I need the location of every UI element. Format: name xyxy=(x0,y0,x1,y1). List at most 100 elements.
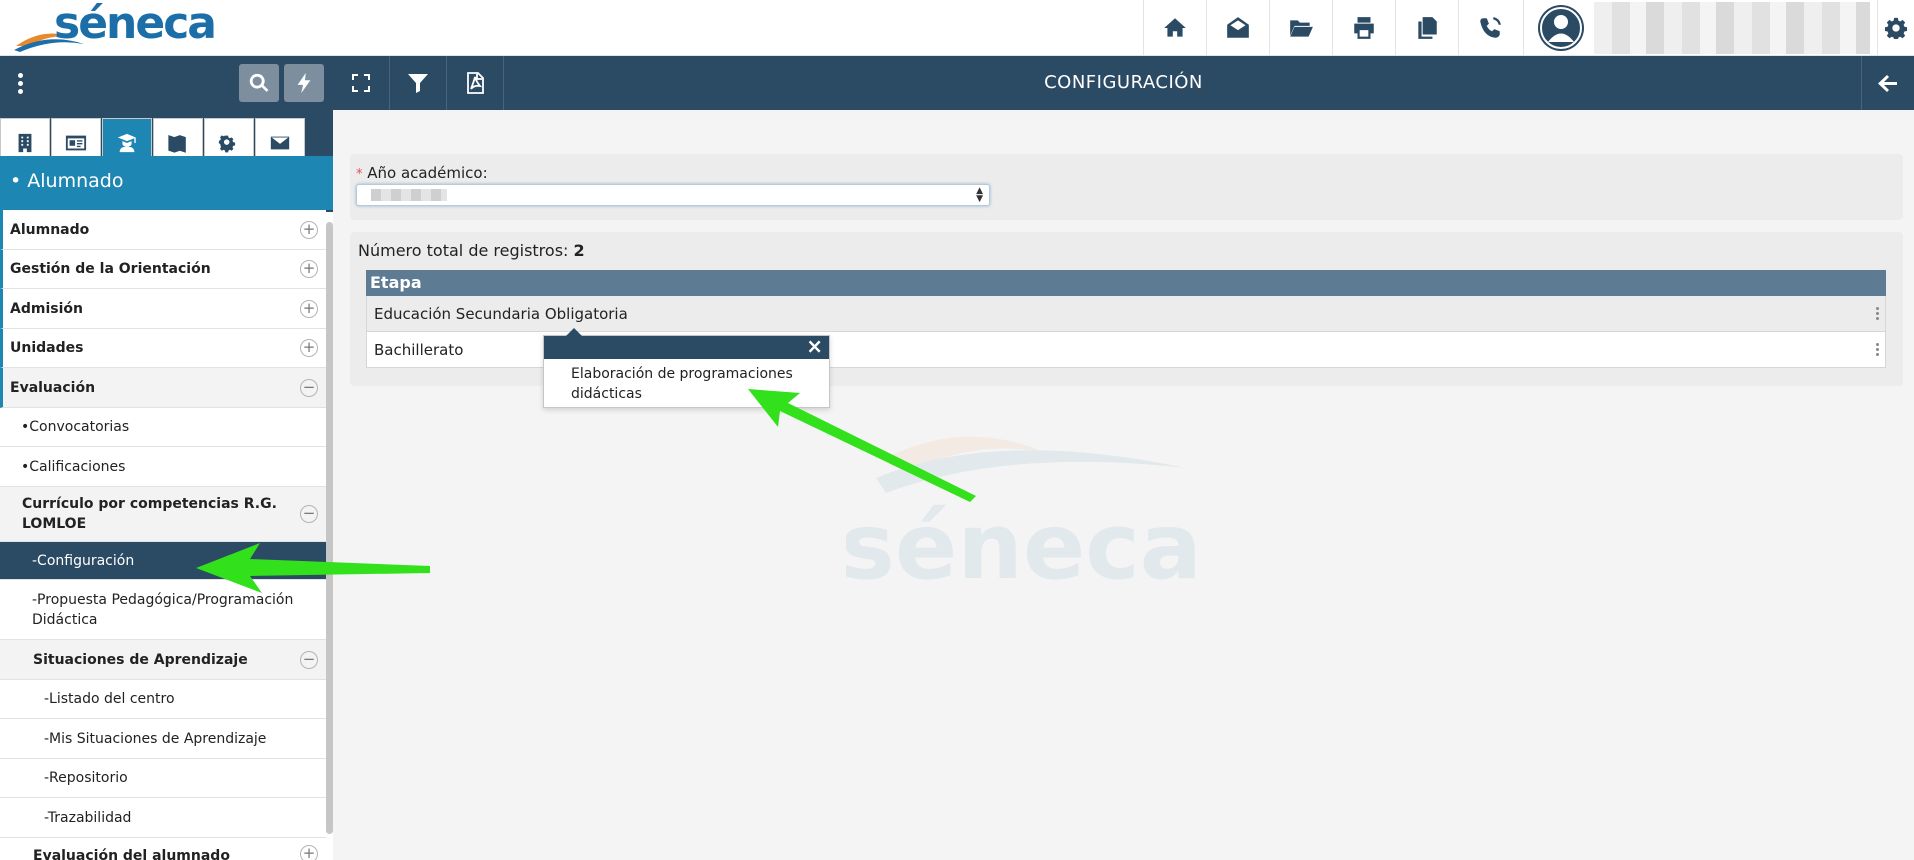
sidebar-item-curriculo-lomloe[interactable]: Currículo por competencias R.G. LOMLOE − xyxy=(0,487,326,542)
print-icon[interactable] xyxy=(1332,0,1395,56)
sidebar-item-trazabilidad[interactable]: -Trazabilidad xyxy=(0,798,326,838)
top-bar: séneca xyxy=(0,0,1914,56)
cogs-icon xyxy=(218,134,236,152)
sidebar-item-admision[interactable]: Admisión + xyxy=(0,289,326,329)
building-icon xyxy=(18,133,32,152)
sidebar-item-repositorio[interactable]: -Repositorio xyxy=(0,759,326,798)
fullscreen-button[interactable] xyxy=(333,56,390,110)
top-icon-bar xyxy=(1143,0,1521,56)
popover-header: × xyxy=(544,328,829,359)
row-actions-popover: × Elaboración de programaciones didáctic… xyxy=(543,328,830,409)
row-menu-icon[interactable] xyxy=(1876,343,1879,358)
sidebar-item-evaluacion[interactable]: Evaluación − xyxy=(0,368,326,408)
sidebar-item-label: -Trazabilidad xyxy=(44,809,132,826)
record-count-value: 2 xyxy=(573,241,585,260)
sidebar-menu: Alumnado + Gestión de la Orientación + A… xyxy=(0,210,326,860)
phone-icon[interactable] xyxy=(1458,0,1521,56)
collapse-icon[interactable]: − xyxy=(300,650,318,669)
sidebar-item-unidades[interactable]: Unidades + xyxy=(0,329,326,368)
record-count: Número total de registros: 2 xyxy=(358,241,585,260)
table-row[interactable]: Educación Secundaria Obligatoria xyxy=(366,296,1886,332)
content-toolbar: CONFIGURACIÓN xyxy=(333,56,1914,110)
collapse-icon[interactable]: − xyxy=(300,505,318,523)
popover-option-elaboracion[interactable]: Elaboración de programaciones didácticas xyxy=(544,359,829,409)
envelope-icon xyxy=(270,136,290,149)
sidebar-item-mis-situaciones[interactable]: -Mis Situaciones de Aprendizaje xyxy=(0,719,326,759)
settings-gear-button[interactable] xyxy=(1877,0,1914,56)
svg-text:séneca: séneca xyxy=(846,493,1196,588)
sidebar-item-label: Alumnado xyxy=(10,221,90,238)
pdf-button[interactable] xyxy=(447,56,504,110)
close-icon[interactable]: × xyxy=(806,335,823,357)
collapse-icon[interactable]: − xyxy=(300,378,318,397)
expand-icon[interactable]: + xyxy=(300,260,318,278)
search-button[interactable] xyxy=(239,64,279,102)
popover-caret xyxy=(566,328,582,336)
sidebar-item-label: -Listado del centro xyxy=(44,691,175,707)
sidebar-item-alumnado[interactable]: Alumnado + xyxy=(0,210,326,250)
sidebar-item-label: -Repositorio xyxy=(44,770,128,786)
sidebar-item-label: Evaluación del alumnado xyxy=(33,848,230,860)
expand-icon[interactable]: + xyxy=(300,339,318,357)
page-title: CONFIGURACIÓN xyxy=(1044,72,1203,93)
copy-icon[interactable] xyxy=(1395,0,1458,56)
year-field-label: * Año académico: xyxy=(356,164,488,182)
row-menu-icon[interactable] xyxy=(1876,307,1879,322)
sidebar-item-convocatorias[interactable]: •Convocatorias xyxy=(0,408,326,447)
gear-icon xyxy=(1885,17,1907,39)
students-icon xyxy=(117,133,136,152)
sidebar-item-evaluacion-alumnado[interactable]: Evaluación del alumnado + xyxy=(0,838,326,860)
folder-open-icon[interactable] xyxy=(1269,0,1332,56)
home-icon[interactable] xyxy=(1143,0,1206,56)
select-arrows-icon: ▲ ▼ xyxy=(976,186,983,204)
required-mark: * xyxy=(356,167,363,182)
sidebar-item-label: •Convocatorias xyxy=(21,419,130,435)
seneca-logo[interactable]: séneca xyxy=(14,0,217,52)
sidebar-item-propuesta-pedagogica[interactable]: -Propuesta Pedagógica/Programación Didác… xyxy=(0,580,326,640)
expand-icon[interactable]: + xyxy=(300,299,318,318)
sidebar-item-label: -Propuesta Pedagógica/Programación Didác… xyxy=(32,591,294,628)
sidebar-item-label: Currículo por competencias R.G. LOMLOE xyxy=(22,496,277,532)
user-name-redacted xyxy=(1594,2,1870,54)
sidebar-item-label: -Configuración xyxy=(32,552,135,569)
user-menu[interactable] xyxy=(1523,0,1877,56)
sidebar-heading: • Alumnado xyxy=(0,156,333,210)
column-header-etapa[interactable]: Etapa xyxy=(366,270,1886,296)
expand-icon[interactable]: + xyxy=(300,220,318,239)
academic-year-select[interactable]: ▲ ▼ xyxy=(356,184,990,206)
kebab-menu-icon[interactable] xyxy=(10,70,30,98)
sidebar-item-label: Situaciones de Aprendizaje xyxy=(33,651,248,668)
quick-access-button[interactable] xyxy=(284,64,324,102)
map-icon xyxy=(168,134,186,153)
expand-icon[interactable]: + xyxy=(300,845,318,860)
expand-icon xyxy=(352,74,370,92)
back-button[interactable] xyxy=(1861,56,1914,110)
sidebar-item-label: Unidades xyxy=(10,340,84,356)
sidebar-item-calificaciones[interactable]: •Calificaciones xyxy=(0,447,326,487)
sidebar-item-orientacion[interactable]: Gestión de la Orientación + xyxy=(0,250,326,289)
sidebar-item-listado-centro[interactable]: -Listado del centro xyxy=(0,680,326,719)
filter-button[interactable] xyxy=(390,56,447,110)
table-cell: Bachillerato xyxy=(374,340,464,359)
pdf-icon xyxy=(467,72,484,94)
sidebar-scrollbar[interactable] xyxy=(326,222,333,834)
year-label-text: Año académico: xyxy=(367,164,488,182)
avatar[interactable] xyxy=(1538,5,1584,51)
selected-year-redacted xyxy=(371,189,447,201)
sidebar-item-configuracion[interactable]: -Configuración xyxy=(0,542,326,580)
logo-text: séneca xyxy=(54,0,217,49)
sidebar-item-label: Admisión xyxy=(10,300,83,317)
sidebar: • Alumnado Alumnado + Gestión de la Orie… xyxy=(0,56,333,860)
table-cell: Educación Secundaria Obligatoria xyxy=(374,304,628,323)
user-icon xyxy=(1540,7,1582,49)
lightning-icon xyxy=(297,72,311,94)
sidebar-item-label: Evaluación xyxy=(10,379,96,396)
record-count-label: Número total de registros: xyxy=(358,241,569,260)
sidebar-toolbar xyxy=(0,56,333,110)
sidebar-item-situaciones-aprendizaje[interactable]: Situaciones de Aprendizaje − xyxy=(0,640,326,680)
sidebar-item-label: Gestión de la Orientación xyxy=(10,261,211,277)
arrow-left-icon xyxy=(1878,75,1897,92)
sidebar-item-label: •Calificaciones xyxy=(21,458,126,475)
seneca-watermark-logo: séneca xyxy=(846,436,1196,588)
envelope-open-icon[interactable] xyxy=(1206,0,1269,56)
